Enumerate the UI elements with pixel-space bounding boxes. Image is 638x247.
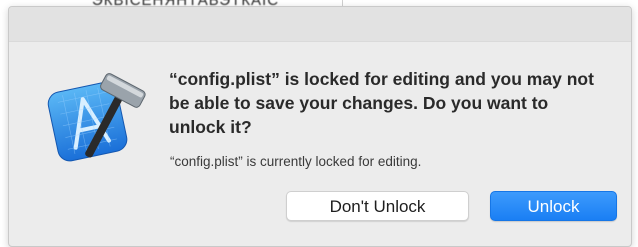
xcode-icon [41,69,151,169]
dont-unlock-button[interactable]: Don't Unlock [286,191,469,221]
dialog-message: “config.plist” is currently locked for e… [170,154,422,169]
dialog-top-bar [9,7,631,42]
unlock-button[interactable]: Unlock [490,191,617,221]
alert-dialog: “config.plist” is locked for editing and… [8,6,632,247]
dialog-title: “config.plist” is locked for editing and… [169,69,594,137]
